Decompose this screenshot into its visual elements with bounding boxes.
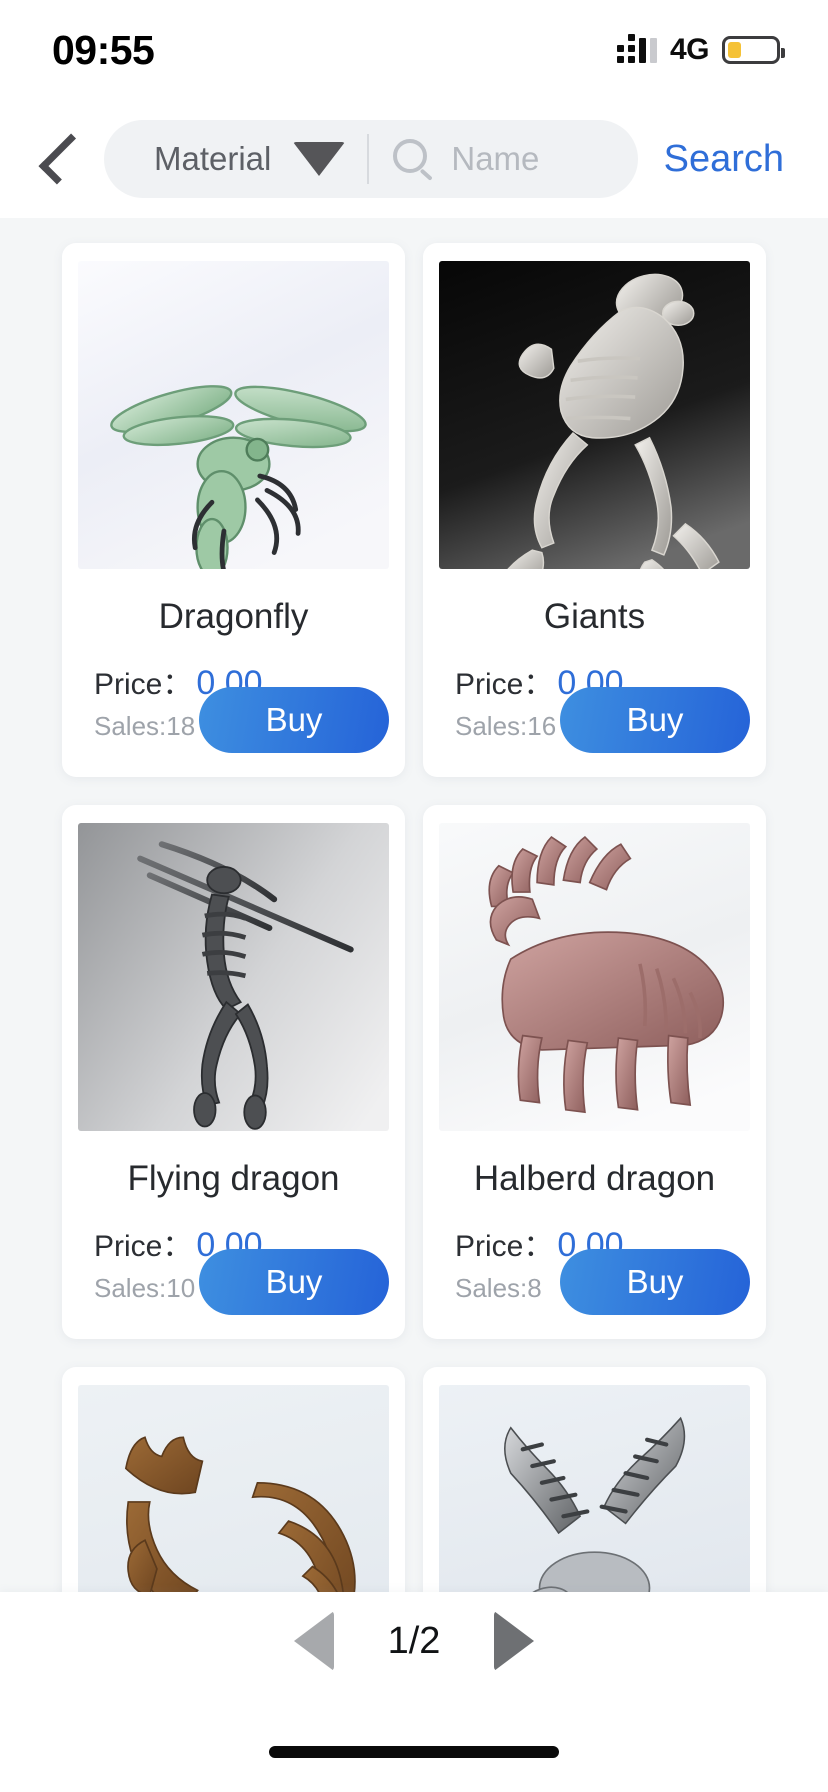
- status-time: 09:55: [52, 26, 155, 73]
- home-indicator[interactable]: [269, 1746, 559, 1758]
- sales-count: Sales:8: [455, 1273, 542, 1303]
- sales-count: Sales:16: [455, 711, 557, 741]
- status-indicators: 4G: [616, 33, 785, 67]
- product-image: [439, 823, 750, 1131]
- material-filter-label: Material: [154, 140, 272, 177]
- buy-button[interactable]: Buy: [199, 687, 389, 753]
- price-label: Price：: [94, 1230, 193, 1263]
- network-type-label: 4G: [669, 33, 710, 66]
- search-header: Material Search: [0, 100, 828, 218]
- product-meta: Price： 0.00 Sales:16 Buy: [439, 659, 750, 755]
- product-card[interactable]: Giants Price： 0.00 Sales:16 Buy: [423, 243, 766, 777]
- buy-button[interactable]: Buy: [560, 687, 750, 753]
- pagination-bar: 1/2: [0, 1592, 828, 1690]
- sales-count: Sales:18: [94, 711, 196, 741]
- buy-button[interactable]: Buy: [199, 1249, 389, 1315]
- page-indicator: 1/2: [387, 1619, 441, 1662]
- product-title: Dragonfly: [158, 597, 309, 636]
- triangle-down-icon: [293, 142, 346, 176]
- back-chevron-icon: [38, 133, 90, 185]
- product-meta: Price： 0.00 Sales:10 Buy: [78, 1221, 389, 1317]
- product-title: Giants: [543, 597, 646, 636]
- app-screen: 09:55 4G Material Name Search Dragonfly …: [0, 0, 828, 1792]
- product-list-area[interactable]: Dragonfly Price： 0.00 Sales:18 Buy Giant…: [0, 218, 828, 1690]
- price-label: Price：: [455, 668, 554, 701]
- status-bar: 09:55 4G: [0, 0, 828, 100]
- signal-bars-icon: [616, 34, 657, 63]
- material-filter-dropdown[interactable]: Material: [130, 120, 367, 198]
- prev-page-button[interactable]: [293, 1611, 334, 1671]
- product-image: [78, 261, 389, 569]
- search-input[interactable]: [451, 140, 612, 178]
- product-meta: Price： 0.00 Sales:8 Buy: [439, 1221, 750, 1317]
- back-button[interactable]: [30, 124, 90, 194]
- price-label: Price：: [94, 668, 193, 701]
- product-card[interactable]: Dragonfly Price： 0.00 Sales:18 Buy: [62, 243, 405, 777]
- product-card[interactable]: Flying dragon Price： 0.00 Sales:10 Buy: [62, 805, 405, 1339]
- product-image: [78, 823, 389, 1131]
- sales-count: Sales:10: [94, 1273, 196, 1303]
- magnifier-icon: [393, 139, 434, 181]
- product-title: Flying dragon: [127, 1159, 340, 1198]
- product-title: Halberd dragon: [473, 1159, 716, 1198]
- home-indicator-area: [0, 1690, 828, 1792]
- search-button[interactable]: Search: [638, 138, 800, 181]
- next-page-button[interactable]: [494, 1611, 535, 1671]
- product-grid: Dragonfly Price： 0.00 Sales:18 Buy Giant…: [0, 218, 828, 1690]
- product-meta: Price： 0.00 Sales:18 Buy: [78, 659, 389, 755]
- search-bar: Material: [104, 120, 638, 198]
- product-image: [439, 261, 750, 569]
- battery-low-icon: [722, 36, 785, 64]
- price-label: Price：: [455, 1230, 554, 1263]
- name-search-field[interactable]: [369, 139, 612, 181]
- product-card[interactable]: Halberd dragon Price： 0.00 Sales:8 Buy: [423, 805, 766, 1339]
- buy-button[interactable]: Buy: [560, 1249, 750, 1315]
